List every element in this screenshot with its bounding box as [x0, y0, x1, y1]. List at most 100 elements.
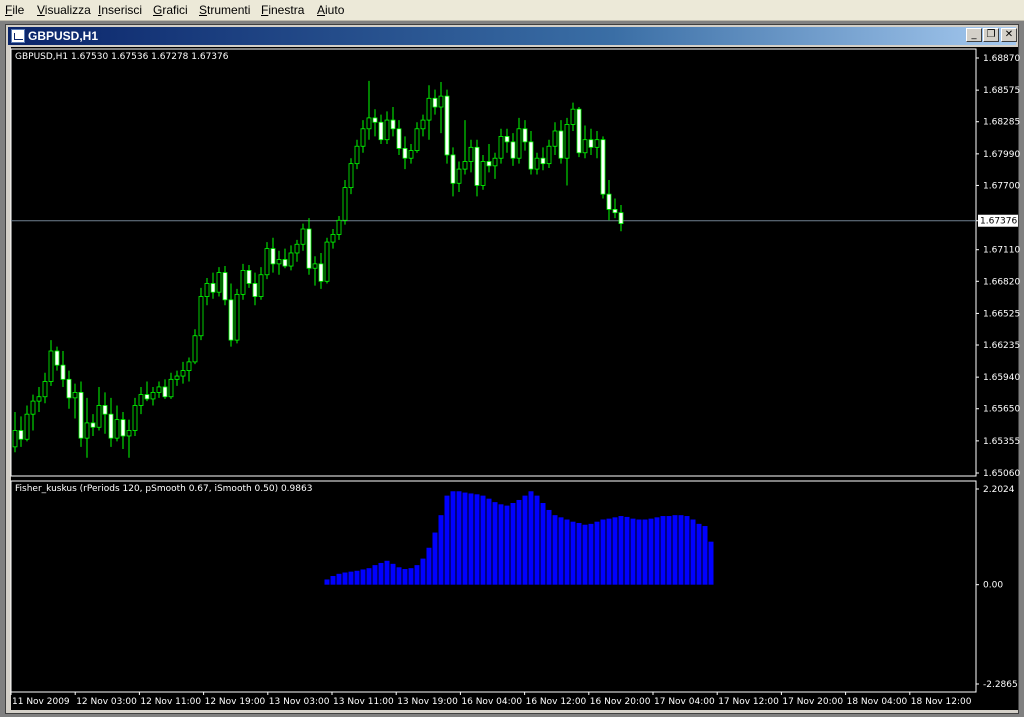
- price-tick-label: 1.65355: [983, 437, 1020, 447]
- bear-candle: [486, 161, 492, 167]
- bull-candle: [498, 136, 504, 159]
- indicator-bar: [618, 516, 624, 585]
- bull-candle: [42, 381, 48, 398]
- bull-candle: [48, 350, 54, 382]
- bull-candle: [330, 234, 336, 243]
- bull-candle: [240, 270, 246, 295]
- bear-candle: [102, 405, 108, 415]
- price-tick-label: 1.68870: [983, 54, 1020, 64]
- bear-candle: [402, 148, 408, 159]
- indicator-bar: [528, 491, 534, 585]
- bull-candle: [288, 252, 294, 267]
- bull-candle: [360, 128, 366, 147]
- bull-candle: [198, 296, 204, 337]
- date-tick-label: 11 Nov 2009: [12, 697, 70, 707]
- bull-candle: [84, 422, 90, 439]
- indicator-bar: [504, 505, 510, 585]
- indicator-bar: [510, 503, 516, 585]
- bull-candle: [564, 124, 570, 159]
- indicator-bar: [648, 518, 654, 585]
- bull-candle: [216, 272, 222, 293]
- bull-candle: [552, 130, 558, 147]
- bull-candle: [534, 157, 540, 170]
- bull-candle: [426, 97, 432, 121]
- price-tick-label: 1.68285: [983, 118, 1020, 128]
- indicator-bar: [480, 495, 486, 585]
- date-tick-label: 16 Nov 12:00: [526, 697, 587, 707]
- bear-candle: [228, 299, 234, 341]
- price-tick-label: 1.65060: [983, 469, 1020, 479]
- chart-svg[interactable]: 1.68870 1.68575 1.68285 1.67990 1.67700 1.671…: [0, 0, 1024, 717]
- bear-candle: [246, 270, 252, 284]
- bull-candle: [276, 259, 282, 265]
- indicator-bar: [372, 565, 378, 585]
- bull-candle: [114, 419, 120, 439]
- indicator-bar: [384, 560, 390, 585]
- bear-candle: [372, 117, 378, 123]
- bull-candle: [294, 243, 300, 254]
- indicator-bar: [552, 515, 558, 585]
- indicator-title: Fisher_kuskus (rPeriods 120, pSmooth 0.6…: [15, 484, 312, 494]
- bull-candle: [582, 139, 588, 154]
- indicator-bar: [582, 524, 588, 585]
- indicator-bar: [492, 502, 498, 585]
- price-tick-label: 1.67700: [983, 181, 1020, 191]
- bear-candle: [78, 391, 84, 439]
- indicator-bar: [468, 493, 474, 585]
- indicator-bar: [330, 575, 336, 585]
- bull-candle: [174, 375, 180, 380]
- bull-candle: [366, 117, 372, 130]
- indicator-tick-label: -2.2865: [983, 680, 1018, 690]
- indicator-bar: [654, 517, 660, 585]
- indicator-bar: [594, 521, 600, 585]
- indicator-bar: [702, 526, 708, 585]
- bull-candle: [36, 396, 42, 402]
- bear-candle: [444, 95, 450, 156]
- bull-candle: [12, 430, 18, 448]
- bull-candle: [348, 163, 354, 189]
- indicator-bar: [336, 573, 342, 585]
- indicator-bar: [342, 572, 348, 585]
- indicator-bar: [456, 491, 462, 585]
- indicator-bar: [558, 517, 564, 585]
- bull-candle: [438, 95, 444, 108]
- bear-candle: [504, 136, 510, 143]
- indicator-bar: [522, 495, 528, 585]
- bull-candle: [264, 248, 270, 276]
- bear-candle: [222, 272, 228, 301]
- indicator-bar: [666, 516, 672, 585]
- bear-candle: [396, 128, 402, 149]
- bear-candle: [618, 212, 624, 224]
- date-tick-label: 18 Nov 04:00: [847, 697, 908, 707]
- indicator-bar: [624, 516, 630, 585]
- bull-candle: [24, 413, 30, 440]
- bull-candle: [456, 168, 462, 184]
- date-tick-label: 12 Nov 19:00: [205, 697, 266, 707]
- bear-candle: [54, 350, 60, 366]
- bull-candle: [408, 150, 414, 159]
- bear-candle: [576, 108, 582, 154]
- indicator-bar: [660, 516, 666, 585]
- bull-candle: [342, 187, 348, 221]
- indicator-bar: [396, 567, 402, 585]
- bull-candle: [546, 145, 552, 165]
- bear-candle: [606, 193, 612, 210]
- bear-candle: [282, 259, 288, 267]
- indicator-tick-label: 0.00: [983, 581, 1003, 591]
- bull-candle: [192, 335, 198, 363]
- bear-candle: [540, 157, 546, 165]
- indicator-bar: [408, 568, 414, 585]
- price-tick-label: 1.66525: [983, 309, 1020, 319]
- bear-candle: [318, 263, 324, 282]
- indicator-bar: [606, 518, 612, 585]
- indicator-bar: [438, 515, 444, 585]
- bull-candle: [354, 145, 360, 165]
- date-tick-label: 18 Nov 12:00: [911, 697, 972, 707]
- bull-candle: [126, 430, 132, 437]
- bear-candle: [120, 419, 126, 437]
- price-tick-label: 1.66235: [983, 341, 1020, 351]
- bear-candle: [612, 209, 618, 214]
- indicator-bar: [366, 568, 372, 585]
- bull-candle: [258, 274, 264, 297]
- bull-candle: [300, 228, 306, 245]
